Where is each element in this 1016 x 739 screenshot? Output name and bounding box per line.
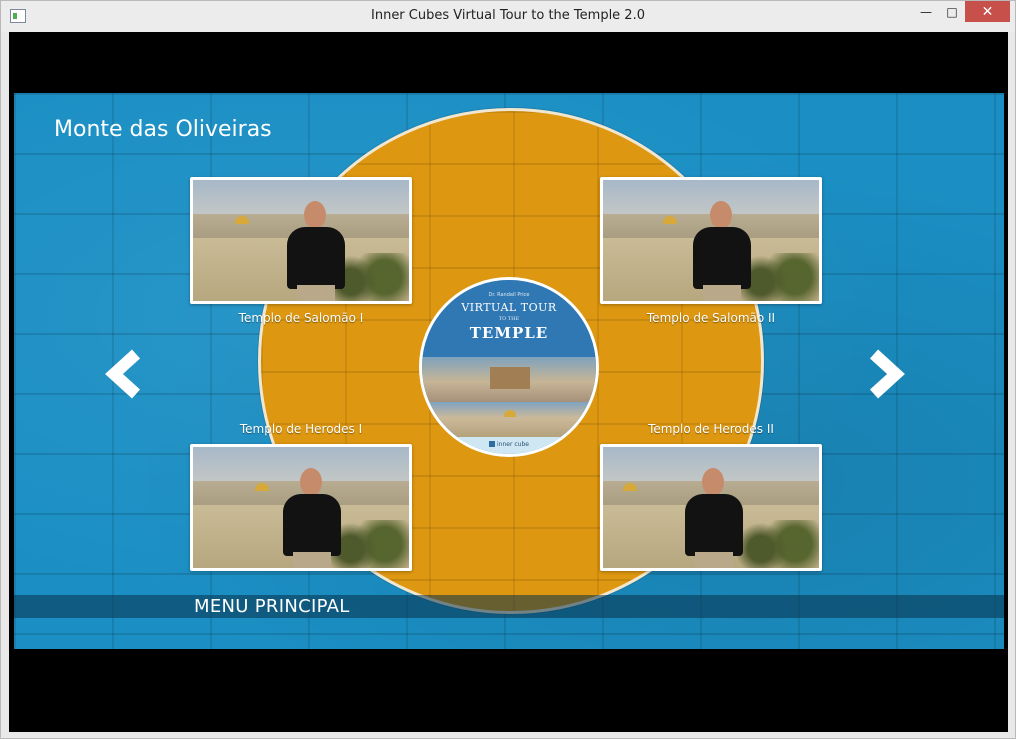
presenter-figure <box>281 468 343 568</box>
video-label-herodes-1[interactable]: Templo de Herodes I <box>190 422 412 436</box>
chevron-left-icon[interactable] <box>102 348 146 400</box>
video-thumbnail-herodes-2[interactable] <box>600 444 822 571</box>
chevron-right-icon[interactable] <box>864 348 908 400</box>
presenter-figure <box>285 201 347 301</box>
main-menu-bar: MENU PRINCIPAL <box>14 595 1004 618</box>
logo-title-line-2: TO THE <box>498 316 520 322</box>
video-thumbnail-salomao-1[interactable] <box>190 177 412 304</box>
presenter-figure <box>691 201 753 301</box>
temple-illustration <box>422 356 596 402</box>
app-viewport: Monte das Oliveiras Templo de Salomão I <box>9 32 1008 732</box>
maximize-button[interactable]: □ <box>939 1 965 22</box>
tour-logo-disc[interactable]: Dr. Randall Price VIRTUAL TOUR TO THE TE… <box>419 277 599 457</box>
dome-icon <box>255 483 269 492</box>
title-bar: Inner Cubes Virtual Tour to the Temple 2… <box>1 1 1015 32</box>
inner-cube-logo-icon <box>489 440 496 447</box>
window-title: Inner Cubes Virtual Tour to the Temple 2… <box>371 8 645 23</box>
video-thumbnail-herodes-1[interactable] <box>190 444 412 571</box>
video-label-salomao-2[interactable]: Templo de Salomão II <box>600 311 822 325</box>
jerusalem-panorama <box>422 401 596 437</box>
presenter-figure <box>683 468 745 568</box>
logo-author: Dr. Randall Price <box>488 292 530 298</box>
main-menu-button[interactable]: MENU PRINCIPAL <box>194 596 350 617</box>
video-thumbnail-salomao-2[interactable] <box>600 177 822 304</box>
minimize-button[interactable]: — <box>913 1 939 22</box>
logo-title-line-1: VIRTUAL TOUR <box>461 301 557 314</box>
dome-icon <box>235 216 249 225</box>
video-label-herodes-2[interactable]: Templo de Herodes II <box>600 422 822 436</box>
video-label-salomao-1[interactable]: Templo de Salomão I <box>190 311 412 325</box>
dome-icon <box>623 483 637 492</box>
logo-brand: inner cube <box>497 440 529 448</box>
app-window: Inner Cubes Virtual Tour to the Temple 2… <box>0 0 1016 739</box>
logo-title-line-3: TEMPLE <box>469 324 549 342</box>
dome-icon <box>663 216 677 225</box>
tour-stage: Monte das Oliveiras Templo de Salomão I <box>14 93 1004 649</box>
page-title: Monte das Oliveiras <box>54 117 272 142</box>
close-button[interactable]: ✕ <box>965 1 1010 22</box>
